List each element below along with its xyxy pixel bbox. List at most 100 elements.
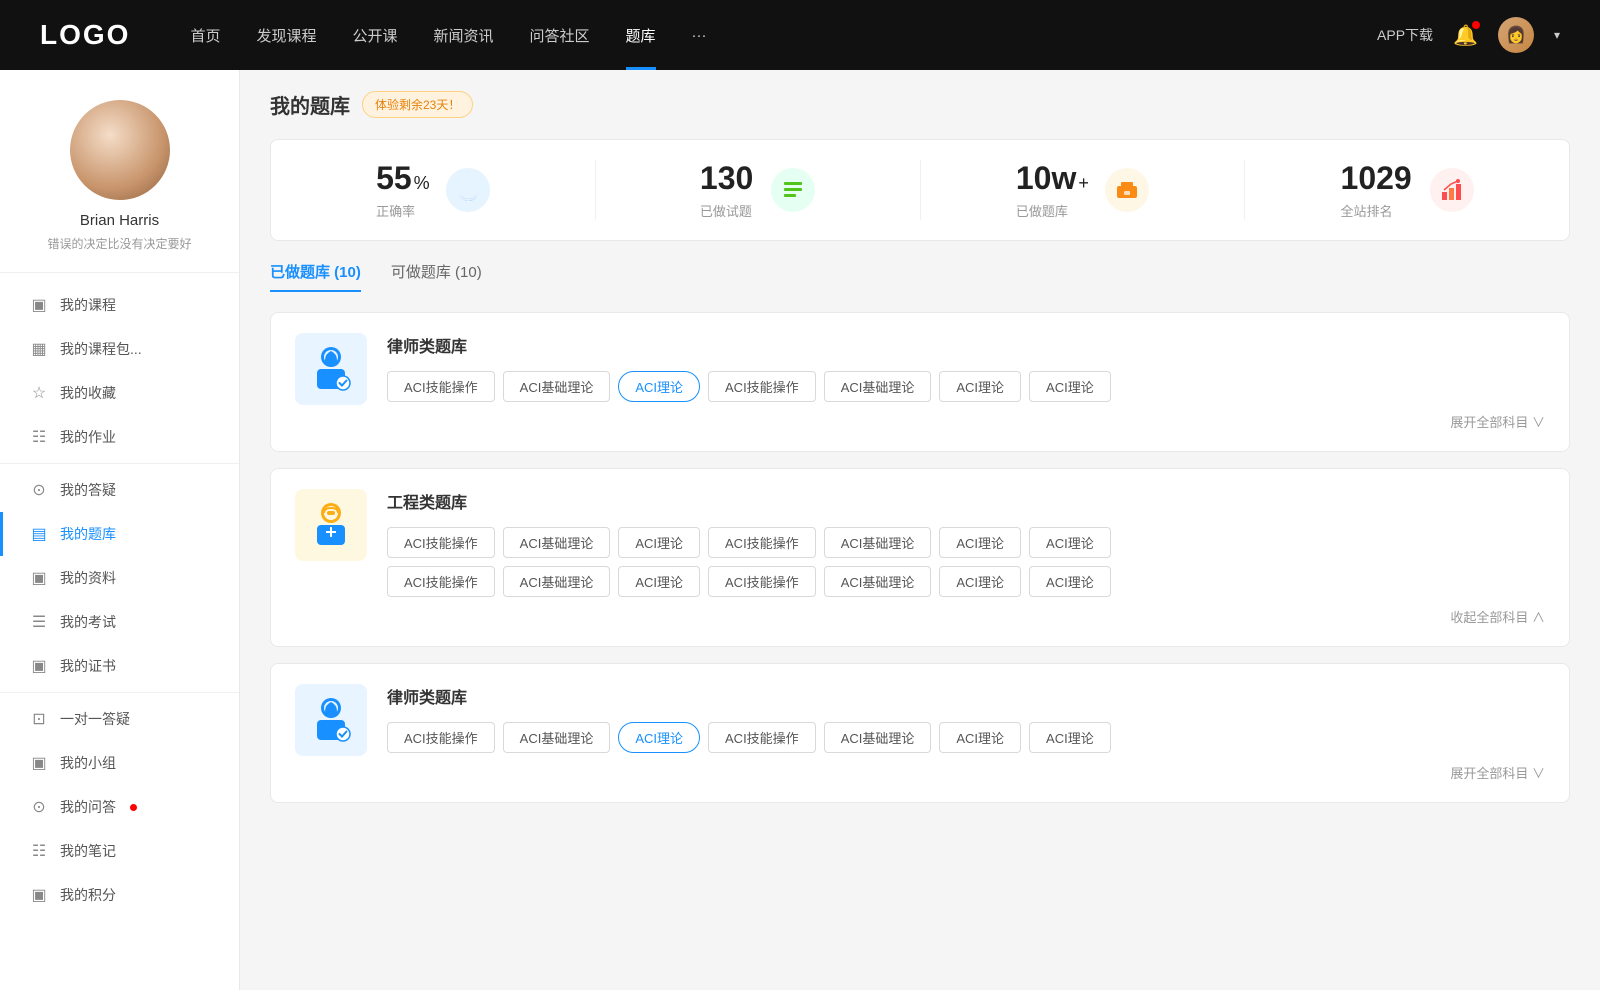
sidebar-item-exam[interactable]: ☰ 我的考试 <box>0 600 239 644</box>
sidebar-item-points[interactable]: ▣ 我的积分 <box>0 873 239 917</box>
sidebar-item-notes[interactable]: ☷ 我的笔记 <box>0 829 239 873</box>
sidebar-item-my-course[interactable]: ▣ 我的课程 <box>0 283 239 327</box>
points-icon: ▣ <box>30 885 48 905</box>
sidebar-label-notes: 我的笔记 <box>60 841 116 861</box>
tag-lawyer2-0[interactable]: ACI技能操作 <box>387 722 495 753</box>
tag-eng-6[interactable]: ACI理论 <box>1029 527 1111 558</box>
nav-home[interactable]: 首页 <box>190 25 220 46</box>
sidebar-item-homework[interactable]: ☷ 我的作业 <box>0 415 239 459</box>
tag-lawyer-1-5[interactable]: ACI理论 <box>939 371 1021 402</box>
sidebar-item-course-package[interactable]: ▦ 我的课程包... <box>0 327 239 371</box>
nav-more[interactable]: ··· <box>692 27 707 44</box>
sidebar-motto: 错误的决定比没有决定要好 <box>47 235 191 252</box>
sidebar-item-qa[interactable]: ⊙ 我的答疑 <box>0 468 239 512</box>
sidebar-item-certificate[interactable]: ▣ 我的证书 <box>0 644 239 688</box>
tag-eng-11[interactable]: ACI基础理论 <box>824 566 932 597</box>
banks-icon <box>1105 168 1149 212</box>
bank-tags-lawyer-1: ACI技能操作 ACI基础理论 ACI理论 ACI技能操作 ACI基础理论 AC… <box>387 371 1545 402</box>
tag-lawyer-1-6[interactable]: ACI理论 <box>1029 371 1111 402</box>
stat-done-questions-number: 130 <box>700 160 755 197</box>
tag-lawyer2-3[interactable]: ACI技能操作 <box>708 722 816 753</box>
tag-eng-8[interactable]: ACI基础理论 <box>503 566 611 597</box>
bank-icon-lawyer-2 <box>295 684 367 756</box>
bank-tags-lawyer-2: ACI技能操作 ACI基础理论 ACI理论 ACI技能操作 ACI基础理论 AC… <box>387 722 1545 753</box>
notification-dot <box>1472 21 1480 29</box>
sidebar-profile: Brian Harris 错误的决定比没有决定要好 <box>0 70 239 273</box>
stat-done-banks-text: 10w+ 已做题库 <box>1016 160 1089 220</box>
tag-lawyer2-4[interactable]: ACI基础理论 <box>824 722 932 753</box>
tag-lawyer2-5[interactable]: ACI理论 <box>939 722 1021 753</box>
materials-icon: ▣ <box>30 568 48 588</box>
sidebar-item-my-qa[interactable]: ⊙ 我的问答 <box>0 785 239 829</box>
tag-eng-5[interactable]: ACI理论 <box>939 527 1021 558</box>
navbar-logo[interactable]: LOGO <box>40 19 130 51</box>
sidebar-item-materials[interactable]: ▣ 我的资料 <box>0 556 239 600</box>
notification-bell[interactable]: 🔔 <box>1453 23 1478 48</box>
tag-eng-9[interactable]: ACI理论 <box>618 566 700 597</box>
stat-rank-number: 1029 <box>1341 160 1414 197</box>
sidebar-item-group[interactable]: ▣ 我的小组 <box>0 741 239 785</box>
sidebar-menu: ▣ 我的课程 ▦ 我的课程包... ☆ 我的收藏 ☷ 我的作业 ⊙ 我的答疑 ▤ <box>0 273 239 927</box>
nav-qa[interactable]: 问答社区 <box>530 25 590 46</box>
tag-eng-12[interactable]: ACI理论 <box>939 566 1021 597</box>
tag-lawyer-1-3[interactable]: ACI技能操作 <box>708 371 816 402</box>
tag-lawyer-1-4[interactable]: ACI基础理论 <box>824 371 932 402</box>
nav-open-course[interactable]: 公开课 <box>352 25 397 46</box>
sidebar-label-my-course: 我的课程 <box>60 295 116 315</box>
sidebar-label-materials: 我的资料 <box>60 568 116 588</box>
course-package-icon: ▦ <box>30 339 48 359</box>
navbar-right: APP下载 🔔 👩 ▾ <box>1377 17 1560 53</box>
app-download-link[interactable]: APP下载 <box>1377 25 1433 45</box>
page-layout: Brian Harris 错误的决定比没有决定要好 ▣ 我的课程 ▦ 我的课程包… <box>0 70 1600 990</box>
sidebar-label-group: 我的小组 <box>60 753 116 773</box>
sidebar-label-course-package: 我的课程包... <box>60 339 142 359</box>
bank-icon-engineer <box>295 489 367 561</box>
expand-lawyer-1[interactable]: 展开全部科目 ∨ <box>387 412 1545 431</box>
stat-done-banks-number: 10w+ <box>1016 160 1089 197</box>
tag-eng-13[interactable]: ACI理论 <box>1029 566 1111 597</box>
bank-card-lawyer-2-title: 律师类题库 <box>387 684 1545 708</box>
bank-card-engineer-content: 工程类题库 ACI技能操作 ACI基础理论 ACI理论 ACI技能操作 ACI基… <box>387 489 1545 626</box>
navbar: LOGO 首页 发现课程 公开课 新闻资讯 问答社区 题库 ··· APP下载 … <box>0 0 1600 70</box>
favorites-icon: ☆ <box>30 383 48 403</box>
tab-available-banks[interactable]: 可做题库 (10) <box>391 261 482 292</box>
nav-discover[interactable]: 发现课程 <box>256 25 316 46</box>
sidebar-item-favorites[interactable]: ☆ 我的收藏 <box>0 371 239 415</box>
avatar-dropdown-caret[interactable]: ▾ <box>1554 28 1560 42</box>
sidebar: Brian Harris 错误的决定比没有决定要好 ▣ 我的课程 ▦ 我的课程包… <box>0 70 240 990</box>
sidebar-item-one-on-one[interactable]: ⊡ 一对一答疑 <box>0 697 239 741</box>
tag-lawyer2-2[interactable]: ACI理论 <box>618 722 700 753</box>
tag-lawyer-1-0[interactable]: ACI技能操作 <box>387 371 495 402</box>
sidebar-label-my-qa: 我的问答 <box>60 797 116 817</box>
nav-news[interactable]: 新闻资讯 <box>434 25 494 46</box>
questions-icon <box>771 168 815 212</box>
sidebar-label-points: 我的积分 <box>60 885 116 905</box>
bank-card-lawyer-2-content: 律师类题库 ACI技能操作 ACI基础理论 ACI理论 ACI技能操作 ACI基… <box>387 684 1545 782</box>
bank-card-engineer-inner: 工程类题库 ACI技能操作 ACI基础理论 ACI理论 ACI技能操作 ACI基… <box>295 489 1545 626</box>
accuracy-icon <box>446 168 490 212</box>
navbar-menu: 首页 发现课程 公开课 新闻资讯 问答社区 题库 ··· <box>190 25 1377 46</box>
expand-lawyer-2[interactable]: 展开全部科目 ∨ <box>387 763 1545 782</box>
bank-card-lawyer-1-content: 律师类题库 ACI技能操作 ACI基础理论 ACI理论 ACI技能操作 ACI基… <box>387 333 1545 431</box>
tag-lawyer-1-2[interactable]: ACI理论 <box>618 371 700 402</box>
tag-eng-3[interactable]: ACI技能操作 <box>708 527 816 558</box>
stat-accuracy-label: 正确率 <box>376 201 430 220</box>
tag-lawyer2-6[interactable]: ACI理论 <box>1029 722 1111 753</box>
avatar[interactable]: 👩 <box>1498 17 1534 53</box>
group-icon: ▣ <box>30 753 48 773</box>
tag-eng-2[interactable]: ACI理论 <box>618 527 700 558</box>
tag-lawyer2-1[interactable]: ACI基础理论 <box>503 722 611 753</box>
tag-eng-10[interactable]: ACI技能操作 <box>708 566 816 597</box>
tag-eng-0[interactable]: ACI技能操作 <box>387 527 495 558</box>
bank-card-engineer: 工程类题库 ACI技能操作 ACI基础理论 ACI理论 ACI技能操作 ACI基… <box>270 468 1570 647</box>
tag-eng-4[interactable]: ACI基础理论 <box>824 527 932 558</box>
collapse-engineer[interactable]: 收起全部科目 ∧ <box>387 607 1545 626</box>
tag-lawyer-1-1[interactable]: ACI基础理论 <box>503 371 611 402</box>
sidebar-item-question-bank[interactable]: ▤ 我的题库 <box>0 512 239 556</box>
tag-eng-7[interactable]: ACI技能操作 <box>387 566 495 597</box>
main-content: 我的题库 体验剩余23天！ 55% 正确率 <box>240 70 1600 990</box>
tab-done-banks[interactable]: 已做题库 (10) <box>270 261 361 292</box>
nav-question-bank[interactable]: 题库 <box>626 25 656 46</box>
tag-eng-1[interactable]: ACI基础理论 <box>503 527 611 558</box>
stat-done-banks: 10w+ 已做题库 <box>921 160 1246 220</box>
